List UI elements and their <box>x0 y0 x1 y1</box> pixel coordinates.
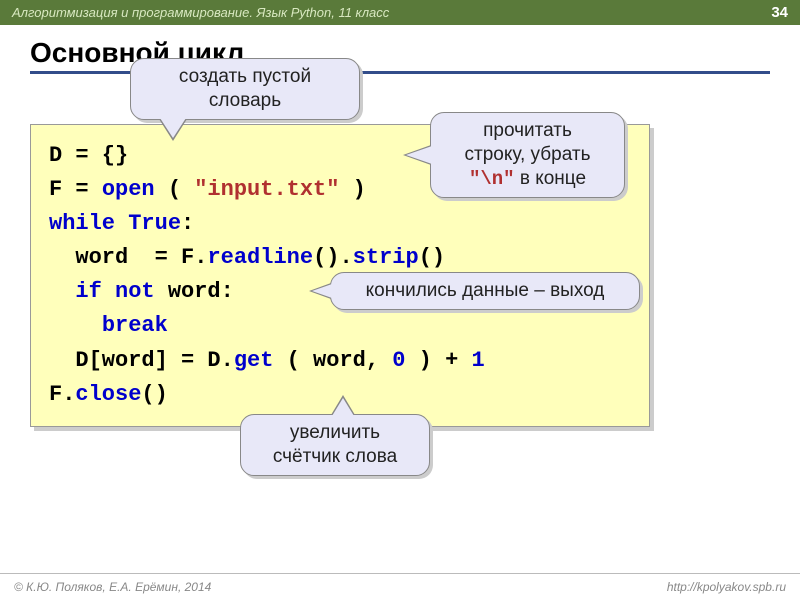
callout-no-data-exit: кончились данные – выход <box>330 272 640 310</box>
callout-text: увеличить <box>290 422 380 443</box>
callout-create-dict: создать пустой словарь <box>130 58 360 120</box>
slide-content: Основной цикл создать пустой словарь про… <box>0 25 800 427</box>
callout-text: прочитать <box>483 120 572 141</box>
callout-text: строку, убрать <box>465 144 591 165</box>
callout-increment: увеличить счётчик слова <box>240 414 430 476</box>
code-line: D[word] = D.get ( word, 0 ) + 1 <box>49 344 631 378</box>
copyright-text: © К.Ю. Поляков, Е.А. Ерёмин, 2014 <box>14 580 211 594</box>
code-line: word = F.readline().strip() <box>49 241 631 275</box>
callout-text: счётчик слова <box>273 446 397 467</box>
code-area: создать пустой словарь прочитать строку,… <box>30 124 770 427</box>
callout-text: создать пустой словарь <box>179 66 311 111</box>
subject-text: Алгоритмизация и программирование. Язык … <box>12 5 389 20</box>
code-line: while True: <box>49 207 631 241</box>
callout-text: кончились данные – выход <box>366 280 605 301</box>
page-number: 34 <box>771 4 788 21</box>
code-line: break <box>49 309 631 343</box>
callout-code-fragment: "\n" <box>469 168 515 190</box>
footer-url: http://kpolyakov.spb.ru <box>667 580 786 594</box>
callout-text: в конце <box>515 168 586 189</box>
slide-header: Алгоритмизация и программирование. Язык … <box>0 0 800 25</box>
slide-footer: © К.Ю. Поляков, Е.А. Ерёмин, 2014 http:/… <box>0 573 800 600</box>
callout-read-line: прочитать строку, убрать "\n" в конце <box>430 112 625 198</box>
